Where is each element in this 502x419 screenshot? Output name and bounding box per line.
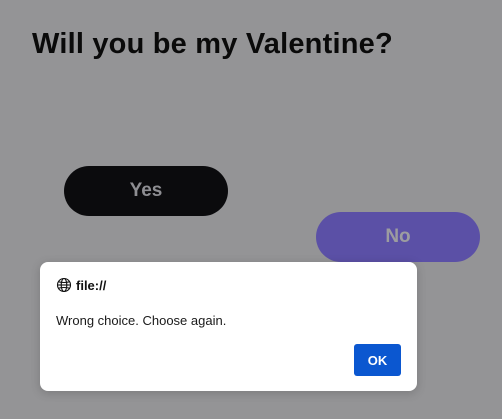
- dialog-origin-label: file://: [76, 277, 107, 293]
- alert-dialog: file:// Wrong choice. Choose again. OK: [40, 262, 417, 391]
- yes-button[interactable]: Yes: [64, 166, 228, 216]
- no-button[interactable]: No: [316, 212, 480, 262]
- page-title: Will you be my Valentine?: [32, 28, 393, 60]
- dialog-message: Wrong choice. Choose again.: [56, 313, 227, 328]
- dialog-origin: file://: [56, 277, 106, 293]
- globe-icon: [56, 277, 72, 293]
- ok-button[interactable]: OK: [354, 344, 401, 376]
